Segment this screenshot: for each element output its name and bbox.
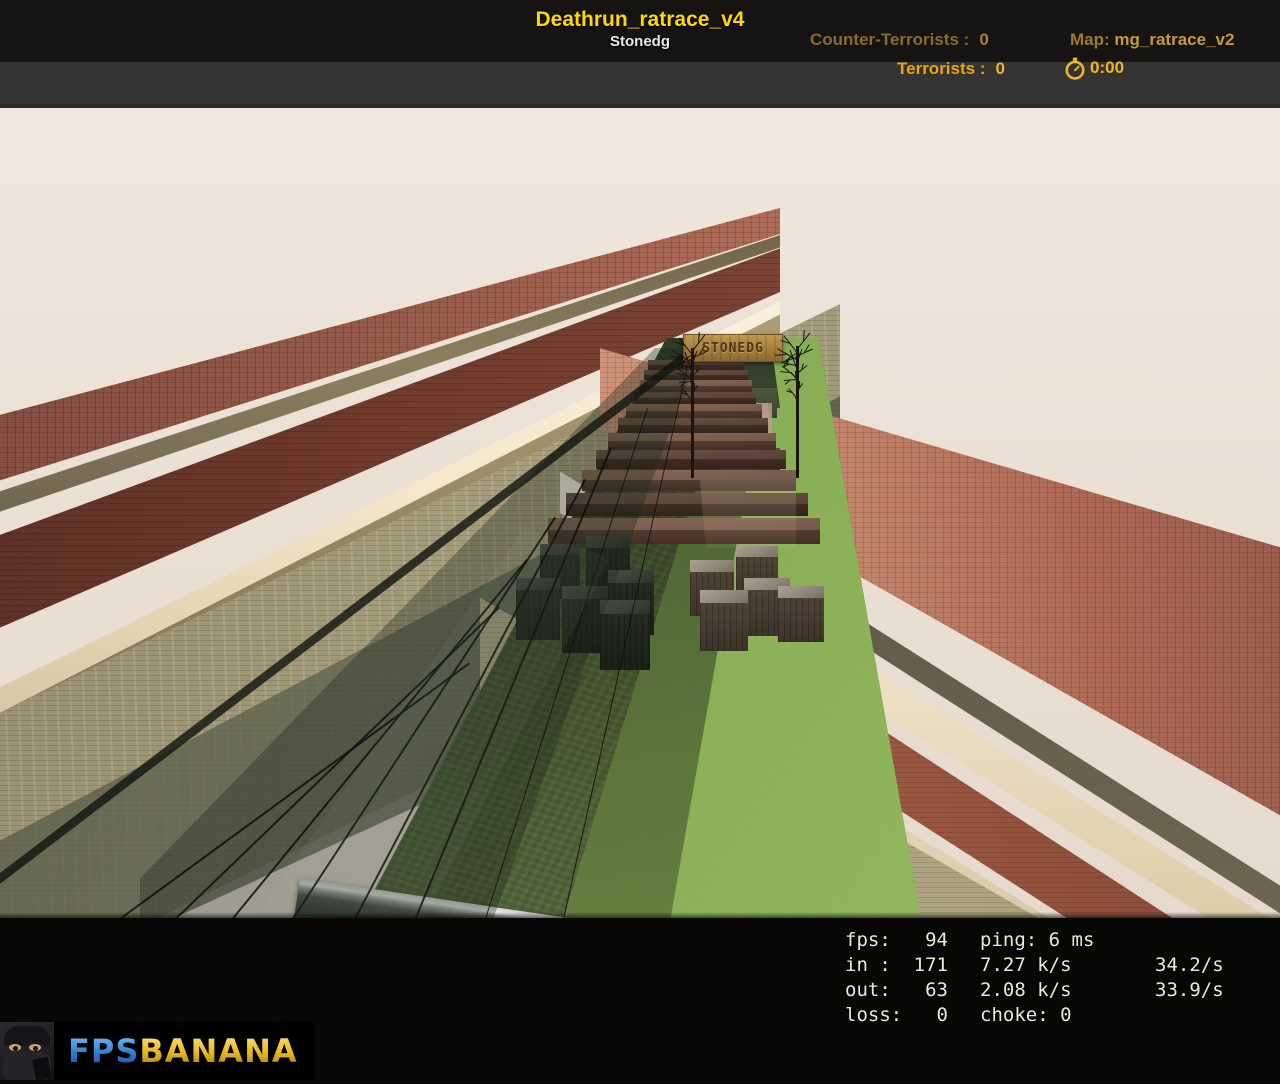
netgraph-row: in : 171 7.27 k/s 34.2/s (845, 953, 1224, 978)
hud-band-edge (0, 104, 1280, 108)
step-sunlight-split (700, 480, 796, 548)
tree-twig (781, 370, 790, 373)
netgraph-col-a: in : 171 (845, 954, 948, 976)
hud-header: Deathrun_ratrace_v4 Stonedg Counter-Terr… (0, 0, 1280, 108)
map-info: Map: mg_ratrace_v2 (1070, 30, 1234, 50)
tree-twig (786, 390, 793, 394)
netgraph-col-a: out: 63 (845, 979, 948, 1001)
ct-label: Counter-Terrorists : (810, 30, 970, 49)
counter-terrorists-score: Counter-Terrorists : 0 (810, 30, 989, 50)
bare-tree (670, 332, 713, 478)
avatar-pupil-right (33, 1046, 38, 1051)
fpsbanana-watermark: FPS BANANA (0, 1022, 314, 1080)
tree-twig (681, 392, 688, 396)
game-viewport: STONEDG (0, 108, 1280, 918)
avatar-helmet (4, 1026, 50, 1046)
crate (700, 590, 748, 651)
netgraph-row: fps: 94 ping: 6 ms (845, 928, 1224, 953)
crate-top (778, 586, 824, 598)
bare-tree (775, 330, 818, 478)
netgraph-col-b: 7.27 k/s (980, 954, 1072, 976)
crate (600, 600, 650, 670)
map-title: Deathrun_ratrace_v4 (535, 8, 745, 31)
timer-value: 0:00 (1090, 58, 1125, 77)
map-name-value: mg_ratrace_v2 (1114, 30, 1235, 49)
crate-top (700, 590, 748, 603)
netgraph-col-a: loss: 0 (845, 1004, 948, 1026)
netgraph-row: loss: 0 choke: 0 (845, 1003, 1224, 1028)
netgraph-row: out: 63 2.08 k/s 33.9/s (845, 978, 1224, 1003)
stopwatch-icon (1065, 57, 1085, 80)
watermark-fps: FPS (68, 1032, 140, 1070)
netgraph-col-a: fps: 94 (845, 929, 948, 951)
t-score-value: 0 (995, 59, 1005, 78)
crate-top (736, 546, 778, 557)
tree-twig (676, 372, 685, 375)
round-timer: 0:00 (1062, 55, 1124, 81)
netgraph-col-b: 2.08 k/s (980, 979, 1072, 1001)
soldier-avatar-icon (0, 1022, 54, 1080)
t-label: Terrorists : (897, 59, 986, 78)
ct-score-value: 0 (979, 30, 989, 49)
game-screenshot: Deathrun_ratrace_v4 Stonedg Counter-Terr… (0, 0, 1280, 1084)
watermark-banana: BANANA (139, 1032, 298, 1070)
map-label: Map: (1070, 30, 1110, 49)
crate-top (690, 560, 734, 572)
crate-front (700, 603, 748, 651)
netgraph-col-b: ping: 6 ms (980, 929, 1095, 951)
crate-front (778, 598, 824, 642)
terrorists-score: Terrorists : 0 (897, 59, 1005, 79)
netgraph-col-b: choke: 0 (980, 1004, 1072, 1026)
crate (778, 586, 824, 642)
netgraph-col-c: 33.9/s (1155, 979, 1224, 1001)
netgraph-col-c: 34.2/s (1155, 954, 1224, 976)
net-graph-stats: fps: 94 ping: 6 ms in : 171 7.27 k/s 34.2/s o… (845, 928, 1224, 1028)
watermark-text: FPS BANANA (68, 1032, 298, 1070)
avatar-pupil-left (13, 1046, 18, 1051)
